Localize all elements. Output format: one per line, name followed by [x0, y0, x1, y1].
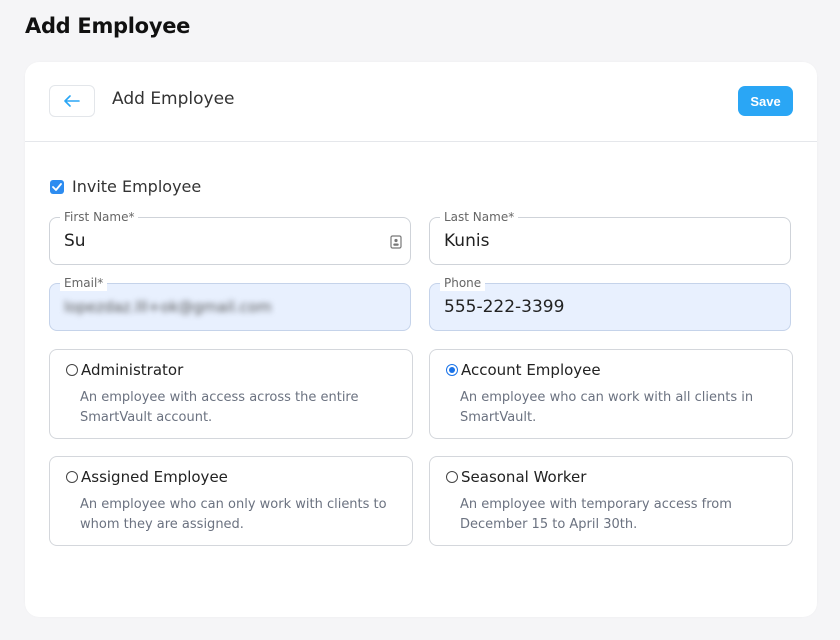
email-field[interactable]: Email* lopezdaz.lll+ok@gmail.com — [49, 275, 411, 331]
administrator-radio[interactable] — [66, 364, 78, 376]
card-header: Add Employee Save — [25, 62, 817, 142]
role-description: An employee with temporary access from D… — [460, 497, 732, 532]
assigned-employee-radio[interactable] — [66, 471, 78, 483]
phone-value: 555-222-3399 — [444, 297, 565, 317]
add-employee-card: Add Employee Save Invite Employee First … — [25, 62, 817, 617]
role-description: An employee who can work with all client… — [460, 390, 754, 425]
role-description: An employee who can only work with clien… — [80, 497, 387, 532]
page-title: Add Employee — [25, 14, 191, 38]
role-title: Assigned Employee — [81, 468, 228, 486]
role-option-seasonal-worker[interactable]: Seasonal Worker An employee with tempora… — [429, 456, 793, 546]
last-name-label: Last Name* — [440, 209, 519, 225]
role-title: Account Employee — [461, 361, 601, 379]
role-option-account-employee[interactable]: Account Employee An employee who can wor… — [429, 349, 793, 439]
role-description: An employee with access across the entir… — [80, 390, 359, 425]
last-name-value: Kunis — [444, 231, 490, 251]
arrow-left-icon — [64, 92, 80, 111]
email-value: lopezdaz.lll+ok@gmail.com — [64, 298, 272, 316]
role-option-administrator[interactable]: Administrator An employee with access ac… — [49, 349, 413, 439]
phone-label: Phone — [440, 275, 486, 291]
contact-card-icon[interactable] — [390, 234, 402, 253]
back-button[interactable] — [49, 85, 95, 117]
email-label: Email* — [60, 275, 108, 291]
first-name-value: Su — [64, 231, 86, 251]
invite-label: Invite Employee — [72, 177, 202, 196]
role-title: Administrator — [81, 361, 184, 379]
role-title: Seasonal Worker — [461, 468, 587, 486]
account-employee-radio[interactable] — [446, 364, 458, 376]
card-title: Add Employee — [112, 89, 235, 109]
invite-checkbox[interactable] — [50, 179, 64, 194]
role-option-assigned-employee[interactable]: Assigned Employee An employee who can on… — [49, 456, 413, 546]
first-name-field[interactable]: First Name* Su — [49, 209, 411, 265]
first-name-label: First Name* — [60, 209, 139, 225]
last-name-field[interactable]: Last Name* Kunis — [429, 209, 791, 265]
save-button[interactable]: Save — [738, 86, 793, 116]
seasonal-worker-radio[interactable] — [446, 471, 458, 483]
invite-employee-row[interactable]: Invite Employee — [50, 177, 201, 196]
phone-field[interactable]: Phone 555-222-3399 — [429, 275, 791, 331]
